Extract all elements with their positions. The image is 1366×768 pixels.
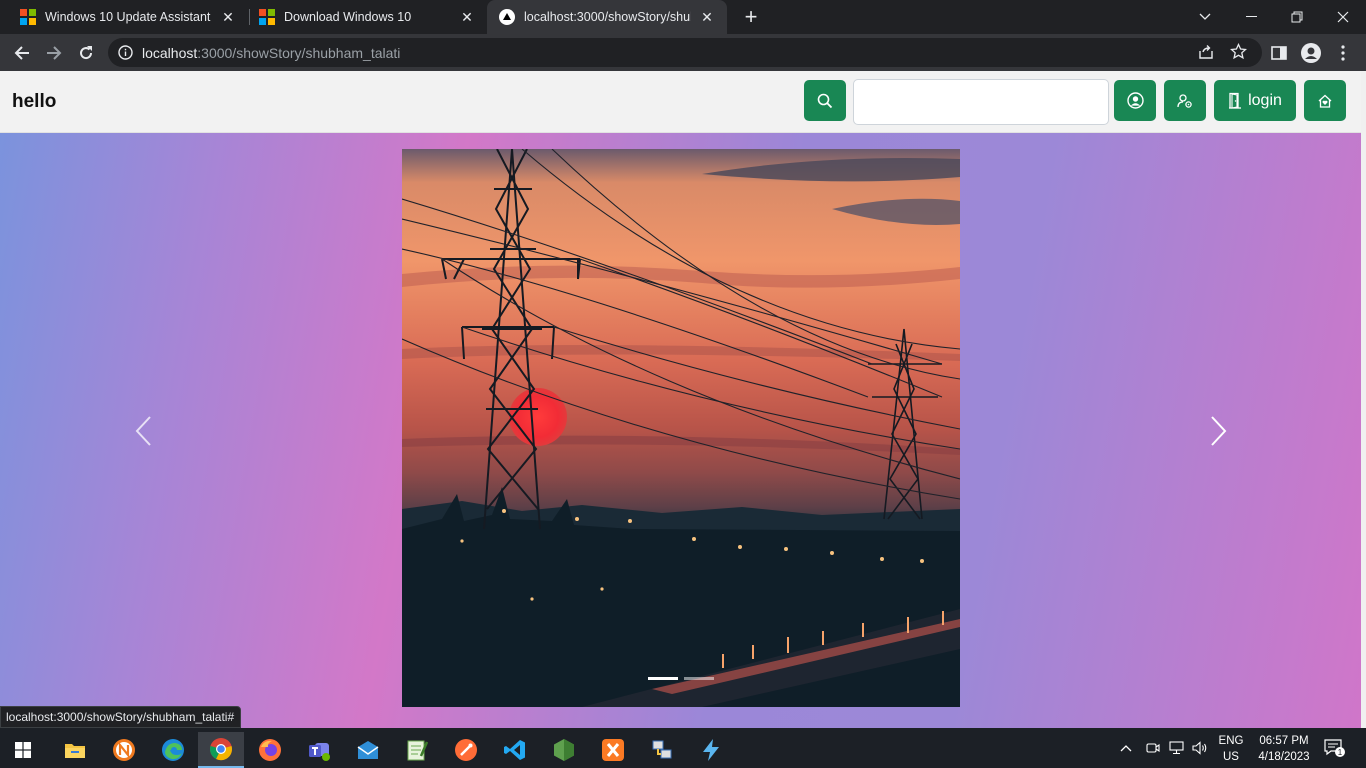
teams-icon[interactable]	[296, 732, 342, 768]
edge-icon[interactable]	[150, 732, 196, 768]
tab-title: Windows 10 Update Assistant - M	[45, 10, 212, 24]
nodejs-icon[interactable]	[541, 732, 587, 768]
brand-title[interactable]: hello	[12, 91, 56, 113]
mail-app-icon[interactable]	[345, 732, 391, 768]
firefox-icon[interactable]	[247, 732, 293, 768]
carousel-slide-image	[402, 149, 960, 707]
close-tab-icon[interactable]: ✕	[459, 9, 475, 26]
tab-localhost-showstory[interactable]: localhost:3000/showStory/shubh ✕	[487, 0, 727, 34]
carousel-indicators	[648, 677, 714, 680]
network-icon[interactable]	[1169, 728, 1185, 768]
login-button[interactable]: login	[1214, 80, 1296, 121]
tab-title: localhost:3000/showStory/shubh	[524, 10, 691, 24]
url-host: localhost	[142, 45, 198, 61]
volume-icon[interactable]	[1192, 728, 1208, 768]
link-status-bar: localhost:3000/showStory/shubham_talati#	[0, 706, 242, 728]
close-tab-icon[interactable]: ✕	[220, 9, 236, 26]
restore-icon[interactable]	[1274, 0, 1320, 34]
input-language[interactable]: ENG US	[1216, 733, 1246, 765]
postman-icon[interactable]	[443, 732, 489, 768]
input-language-region: US	[1223, 751, 1239, 763]
windows-start-icon[interactable]	[0, 732, 46, 768]
side-panel-icon[interactable]	[1266, 40, 1292, 66]
sunset-power-lines-image	[402, 149, 960, 707]
address-bar[interactable]: localhost:3000/showStory/shubham_talati	[108, 38, 1262, 67]
search-button[interactable]	[804, 80, 846, 121]
microsoft-icon	[20, 9, 36, 25]
close-window-icon[interactable]	[1320, 0, 1366, 34]
input-language-code: ENG	[1218, 735, 1244, 747]
network-admin-icon[interactable]	[639, 732, 685, 768]
lightning-app-icon[interactable]	[688, 732, 734, 768]
bookmark-star-icon[interactable]	[1229, 42, 1248, 65]
close-tab-icon[interactable]: ✕	[699, 9, 715, 26]
carousel	[0, 133, 1361, 728]
page-scrollbar[interactable]	[1361, 71, 1366, 728]
url-text: localhost:3000/showStory/shubham_talati	[142, 45, 400, 61]
xampp-icon[interactable]	[590, 732, 636, 768]
chevron-right-icon	[1211, 416, 1227, 446]
user-circle-icon	[1126, 92, 1144, 109]
chevron-left-icon	[135, 416, 151, 446]
profile-button[interactable]	[1114, 80, 1156, 121]
page-viewport: hello login localhost:3000/showStory/shu…	[0, 71, 1366, 728]
carousel-prev-button[interactable]	[128, 411, 158, 451]
reload-icon[interactable]	[73, 40, 99, 66]
carousel-next-button[interactable]	[1204, 411, 1234, 451]
carousel-indicator-2[interactable]	[684, 677, 714, 680]
tab-search-chevron-icon[interactable]	[1182, 0, 1228, 34]
windows-taskbar: ENG US 06:57 PM 4/18/2023 1	[0, 728, 1366, 768]
tab-title: Download Windows 10	[284, 10, 412, 24]
login-label: login	[1248, 91, 1282, 109]
chrome-icon[interactable]	[198, 732, 244, 768]
nextjs-icon	[499, 9, 515, 25]
tab-download-windows-10[interactable]: Download Windows 10 ✕	[247, 0, 487, 34]
tab-windows-update-assistant[interactable]: Windows 10 Update Assistant - M ✕	[8, 0, 248, 34]
file-explorer-icon[interactable]	[52, 732, 98, 768]
tab-strip: Windows 10 Update Assistant - M ✕ Downlo…	[0, 0, 1366, 34]
forward-arrow-icon[interactable]	[41, 40, 67, 66]
home-button[interactable]	[1304, 80, 1346, 121]
url-path: :3000/showStory/shubham_talati	[197, 45, 401, 61]
back-arrow-icon[interactable]	[9, 40, 35, 66]
notification-count: 1	[1338, 748, 1343, 757]
house-heart-icon	[1318, 94, 1332, 108]
new-tab-icon[interactable]: +	[738, 4, 764, 30]
search-icon	[817, 93, 833, 108]
meet-now-icon[interactable]	[1146, 728, 1160, 768]
carousel-indicator-1[interactable]	[648, 677, 678, 680]
microsoft-icon	[259, 9, 275, 25]
clock-date: 4/18/2023	[1258, 751, 1310, 763]
browser-toolbar: localhost:3000/showStory/shubham_talati	[0, 34, 1366, 71]
vscode-icon[interactable]	[492, 732, 538, 768]
info-icon[interactable]	[118, 45, 133, 65]
app-n-icon[interactable]	[101, 732, 147, 768]
minimize-icon[interactable]	[1228, 0, 1274, 34]
user-gear-icon	[1177, 93, 1192, 108]
profile-avatar-icon[interactable]	[1298, 40, 1324, 66]
system-clock[interactable]: 06:57 PM 4/18/2023	[1246, 733, 1322, 765]
user-settings-button[interactable]	[1164, 80, 1206, 121]
share-icon[interactable]	[1198, 44, 1214, 65]
site-navbar: hello login	[0, 71, 1361, 133]
clock-time: 06:57 PM	[1259, 735, 1309, 747]
notepad-icon[interactable]	[394, 732, 440, 768]
tray-chevron-up-icon[interactable]	[1120, 728, 1132, 768]
notification-center-icon[interactable]: 1	[1324, 728, 1346, 768]
more-menu-icon[interactable]	[1330, 40, 1356, 66]
door-icon	[1229, 92, 1242, 109]
search-input[interactable]	[853, 79, 1109, 125]
